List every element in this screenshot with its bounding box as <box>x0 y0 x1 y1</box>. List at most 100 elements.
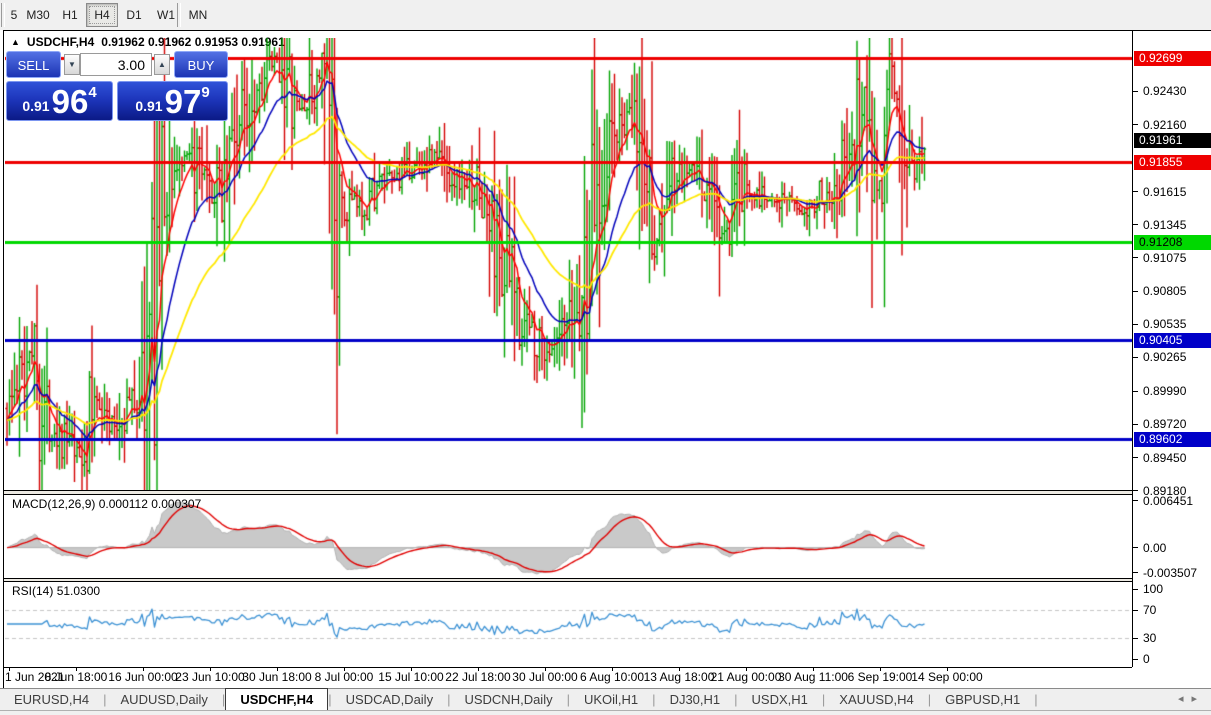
price-axis-label: 0.91615 <box>1143 185 1186 199</box>
rsi-axis-tick <box>1133 638 1138 639</box>
price-line-tag: 0.91208 <box>1134 235 1211 250</box>
price-axis-tick <box>1133 424 1138 425</box>
price-line-tag: 0.91855 <box>1134 155 1211 170</box>
volume-decrease-icon[interactable]: ▼ <box>64 54 80 75</box>
macd-axis-label: -0.003507 <box>1143 566 1197 580</box>
tab-scroll-arrows[interactable]: ◂▸ <box>1178 689 1205 710</box>
timeframe-button-5[interactable]: 5 <box>6 3 22 27</box>
timeframe-button-mn[interactable]: MN <box>182 3 214 27</box>
time-axis-label: 6 Sep 19:00 <box>848 670 913 684</box>
sell-price-display[interactable]: 0.91 96 4 <box>6 81 113 121</box>
timeframe-toolbar: 5M30H1H4D1W1MN <box>0 0 1211 30</box>
sell-price-sup: 4 <box>88 84 96 101</box>
price-axis-label: 0.92430 <box>1143 84 1186 98</box>
timeframe-button-h4[interactable]: H4 <box>86 3 118 27</box>
macd-values: 0.000112 0.000307 <box>99 497 202 511</box>
volume-increase-icon[interactable]: ▲ <box>154 54 170 75</box>
rsi-name: RSI(14) <box>12 584 53 598</box>
rsi-axis-tick <box>1133 659 1138 660</box>
sell-price-big: 96 <box>52 87 89 117</box>
tab-gbpusd[interactable]: GBPUSD,H1 <box>931 689 1034 711</box>
tab-eurusd[interactable]: EURUSD,H4 <box>0 689 103 711</box>
volume-input[interactable] <box>80 53 152 76</box>
macd-axis-tick <box>1133 500 1138 501</box>
tab-dj30[interactable]: DJ30,H1 <box>656 689 735 711</box>
time-axis-label: 22 Jul 18:00 <box>445 670 510 684</box>
time-axis-label: 30 Jul 00:00 <box>512 670 577 684</box>
buy-price-big: 97 <box>165 87 202 117</box>
price-axis-label: 0.91345 <box>1143 218 1186 232</box>
rsi-axis-label: 70 <box>1143 603 1156 617</box>
price-axis-tick <box>1133 257 1138 258</box>
tab-scroll-left-icon[interactable]: ◂ <box>1178 693 1192 705</box>
price-axis-tick <box>1133 457 1138 458</box>
price-line-tag: 0.92699 <box>1134 51 1211 66</box>
time-axis-label: 14 Sep 00:00 <box>911 670 982 684</box>
price-axis-label: 0.89990 <box>1143 384 1186 398</box>
time-axis-label: 6 Aug 10:00 <box>580 670 644 684</box>
price-axis-tick <box>1133 124 1138 125</box>
price-line-tag: 0.90405 <box>1134 333 1211 348</box>
chart-window: ▲ USDCHF,H4 0.91962 0.91962 0.91953 0.91… <box>3 30 1211 689</box>
tab-separator: | <box>1034 689 1037 711</box>
price-axis-tick <box>1133 91 1138 92</box>
rsi-value: 51.0300 <box>57 584 100 598</box>
price-axis-tick <box>1133 490 1138 491</box>
rsi-label: RSI(14) 51.0300 <box>12 584 100 598</box>
time-axis-label: 16 Jun 00:00 <box>108 670 177 684</box>
macd-axis-label: 0.006451 <box>1143 494 1193 508</box>
rsi-axis-tick <box>1133 589 1138 590</box>
tab-audusd[interactable]: AUDUSD,Daily <box>107 689 222 711</box>
chart-tab-bar: EURUSD,H4|AUDUSD,Daily|USDCHF,H4|USDCAD,… <box>0 688 1211 711</box>
macd-axis-tick <box>1133 547 1138 548</box>
timeframe-buttons: 5M30H1H4D1W1MN <box>6 3 214 27</box>
timeframe-button-h1[interactable]: H1 <box>54 3 86 27</box>
macd-axis-label: 0.00 <box>1143 541 1166 555</box>
time-axis-label: 8 Jun 18:00 <box>45 670 108 684</box>
price-axis-label: 0.92160 <box>1143 118 1186 132</box>
tab-usdx[interactable]: USDX,H1 <box>738 689 822 711</box>
time-axis-label: 15 Jul 10:00 <box>378 670 443 684</box>
timeframe-button-d1[interactable]: D1 <box>118 3 150 27</box>
tab-xauusd[interactable]: XAUUSD,H4 <box>825 689 927 711</box>
price-axis-label: 0.91075 <box>1143 251 1186 265</box>
buy-button[interactable]: BUY <box>174 51 228 78</box>
price-axis-tick <box>1133 357 1138 358</box>
price-axis-label: 0.90535 <box>1143 317 1186 331</box>
macd-axis-tick <box>1133 572 1138 573</box>
sell-button[interactable]: SELL <box>6 51 61 78</box>
rsi-indicator-canvas[interactable] <box>5 582 1132 667</box>
pane-divider <box>4 667 1132 668</box>
price-axis-tick <box>1133 224 1138 225</box>
buy-price-sup: 9 <box>201 84 209 101</box>
time-axis-label: 23 Jun 10:00 <box>175 670 244 684</box>
buy-price-display[interactable]: 0.91 97 9 <box>117 81 228 121</box>
time-axis-label: 21 Aug 00:00 <box>711 670 782 684</box>
tab-usdchf[interactable]: USDCHF,H4 <box>225 688 328 711</box>
toolbar-separator <box>177 3 181 27</box>
macd-name: MACD(12,26,9) <box>12 497 95 511</box>
rsi-axis-label: 0 <box>1143 652 1150 666</box>
price-axis-label: 0.89720 <box>1143 417 1186 431</box>
mt4-application: 5M30H1H4D1W1MN ▲ USDCHF,H4 0.91962 0.919… <box>0 0 1211 715</box>
time-axis-label: 30 Aug 11:00 <box>778 670 848 684</box>
tab-usdcnh[interactable]: USDCNH,Daily <box>450 689 566 711</box>
rsi-axis-label: 30 <box>1143 631 1156 645</box>
tab-ukoil[interactable]: UKOil,H1 <box>570 689 652 711</box>
time-axis-label: 30 Jun 18:00 <box>242 670 311 684</box>
status-bar <box>0 710 1211 715</box>
price-axis-tick <box>1133 324 1138 325</box>
price-line-tag: 0.89602 <box>1134 432 1211 447</box>
chart-tabs: EURUSD,H4|AUDUSD,Daily|USDCHF,H4|USDCAD,… <box>0 689 1038 711</box>
current-price-tag: 0.91961 <box>1134 133 1211 148</box>
macd-label: MACD(12,26,9) 0.000112 0.000307 <box>12 497 201 511</box>
tab-usdcad[interactable]: USDCAD,Daily <box>332 689 447 711</box>
price-axis-tick <box>1133 391 1138 392</box>
price-axis-tick <box>1133 191 1138 192</box>
timeframe-button-m30[interactable]: M30 <box>22 3 54 27</box>
price-axis-label: 0.89450 <box>1143 451 1186 465</box>
tab-scroll-right-icon[interactable]: ▸ <box>1191 693 1205 705</box>
sell-price-prefix: 0.91 <box>22 98 49 114</box>
one-click-trading-panel: SELL ▼ ▲ BUY 0.91 96 4 0.91 97 9 <box>6 51 228 145</box>
rsi-axis-label: 100 <box>1143 582 1163 596</box>
